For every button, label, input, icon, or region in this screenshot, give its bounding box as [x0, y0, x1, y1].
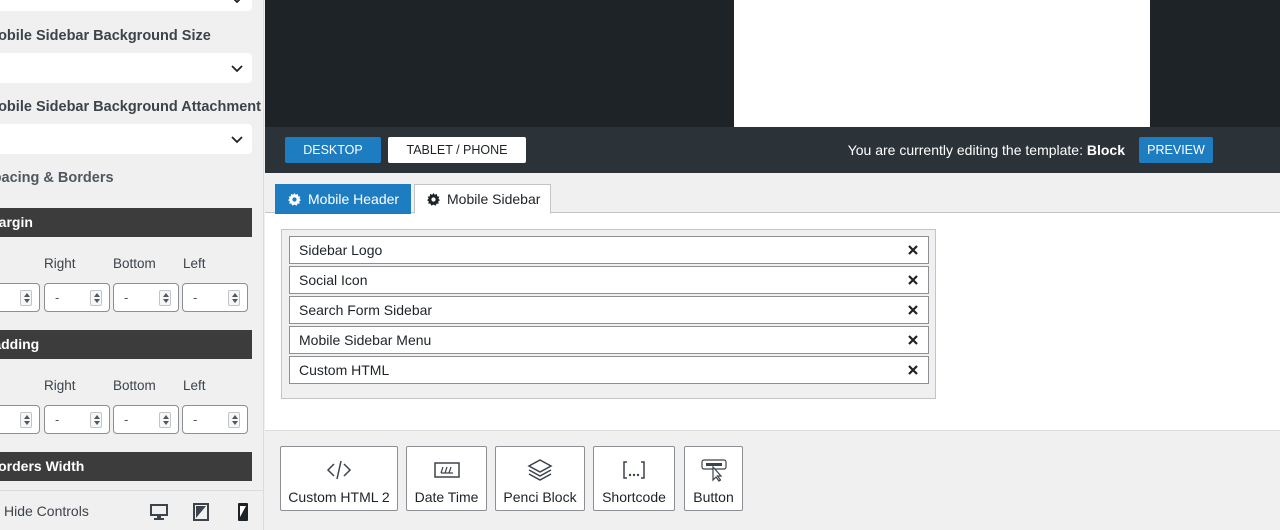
editing-template-notice: You are currently editing the template: …: [847, 142, 1125, 158]
close-icon[interactable]: [908, 335, 918, 345]
borders-width-header[interactable]: Borders Width: [0, 452, 252, 481]
list-item[interactable]: Sidebar Logo: [289, 236, 929, 264]
margin-left-input[interactable]: -: [182, 283, 248, 312]
preview-button[interactable]: PREVIEW: [1139, 137, 1213, 163]
bg-attachment-select[interactable]: [0, 124, 252, 154]
bg-attachment-label: Mobile Sidebar Background Attachment: [0, 99, 261, 115]
gear-icon: [288, 193, 301, 206]
sidebar-elements-list: Sidebar Logo Social Icon Search Form Sid…: [281, 229, 936, 399]
block-shortcode[interactable]: Shortcode: [593, 446, 675, 511]
desktop-button[interactable]: DESKTOP: [285, 137, 381, 163]
available-blocks: Custom HTML 2 Date Time Penci Block Shor…: [265, 431, 1280, 530]
code-icon: [326, 460, 352, 480]
preview-page: [734, 0, 1150, 127]
list-item[interactable]: Social Icon: [289, 266, 929, 294]
block-custom-html-2[interactable]: Custom HTML 2: [280, 446, 398, 511]
close-icon[interactable]: [908, 365, 918, 375]
margin-top-input[interactable]: [0, 283, 40, 312]
desktop-icon[interactable]: [149, 502, 169, 522]
shortcode-icon: [623, 461, 645, 479]
block-date-time[interactable]: Date Time: [406, 446, 487, 511]
spinner-icon[interactable]: [228, 412, 240, 428]
builder-content: Mobile Header Mobile Sidebar Sidebar Log…: [265, 173, 1280, 430]
builder-toolbar: DESKTOP TABLET / PHONE You are currently…: [265, 127, 1280, 173]
template-name: Block: [1086, 142, 1125, 158]
chevron-down-icon: [233, 0, 241, 4]
margin-right-label: Right: [44, 256, 76, 271]
tab-mobile-header[interactable]: Mobile Header: [275, 184, 411, 214]
tablet-phone-button[interactable]: TABLET / PHONE: [388, 137, 526, 163]
customizer-sidebar: Mobile Sidebar Background Size Mobile Si…: [0, 0, 264, 530]
padding-bottom-input[interactable]: -: [113, 405, 179, 434]
spinner-icon[interactable]: [159, 290, 171, 306]
spinner-icon[interactable]: [20, 290, 32, 306]
margin-bottom-input[interactable]: -: [113, 283, 179, 312]
list-item[interactable]: Search Form Sidebar: [289, 296, 929, 324]
list-item[interactable]: Custom HTML: [289, 356, 929, 384]
margin-header[interactable]: Margin: [0, 208, 252, 237]
chevron-down-icon: [231, 136, 243, 144]
padding-right-input[interactable]: -: [44, 405, 110, 434]
spinner-icon[interactable]: [90, 412, 102, 428]
paypal-button-icon: [700, 459, 727, 482]
block-button[interactable]: Button: [684, 446, 743, 511]
padding-bottom-label: Bottom: [113, 378, 156, 393]
spinner-icon[interactable]: [159, 412, 171, 428]
margin-left-label: Left: [183, 256, 206, 271]
tablet-icon[interactable]: [191, 502, 211, 522]
padding-top-input[interactable]: [0, 405, 40, 434]
date-time-icon: [433, 462, 460, 478]
margin-right-input[interactable]: -: [44, 283, 110, 312]
padding-left-label: Left: [183, 378, 206, 393]
close-icon[interactable]: [908, 275, 918, 285]
bg-size-label: Mobile Sidebar Background Size: [0, 28, 211, 44]
layers-icon: [527, 459, 553, 481]
bg-size-select[interactable]: [0, 53, 252, 83]
sidebar-footer: Hide Controls: [0, 490, 263, 530]
tab-mobile-sidebar[interactable]: Mobile Sidebar: [414, 184, 551, 214]
gear-icon: [427, 193, 440, 206]
block-penci-block[interactable]: Penci Block: [495, 446, 585, 511]
close-icon[interactable]: [908, 305, 918, 315]
padding-header[interactable]: Padding: [0, 330, 252, 359]
spinner-icon[interactable]: [90, 290, 102, 306]
previous-select[interactable]: [0, 0, 252, 11]
padding-left-input[interactable]: -: [182, 405, 248, 434]
chevron-down-icon: [231, 65, 243, 73]
list-item[interactable]: Mobile Sidebar Menu: [289, 326, 929, 354]
spacing-borders-title: Spacing & Borders: [0, 170, 114, 186]
padding-right-label: Right: [44, 378, 76, 393]
phone-icon[interactable]: [233, 502, 253, 522]
spinner-icon[interactable]: [228, 290, 240, 306]
hide-controls-button[interactable]: Hide Controls: [4, 503, 89, 519]
margin-bottom-label: Bottom: [113, 256, 156, 271]
close-icon[interactable]: [908, 245, 918, 255]
spinner-icon[interactable]: [20, 412, 32, 428]
